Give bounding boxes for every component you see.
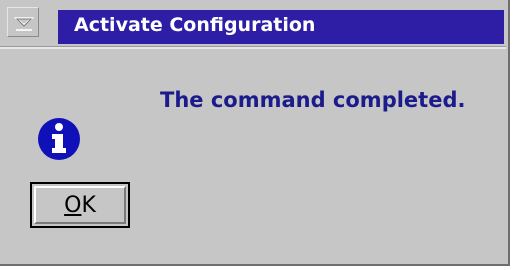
title-bar-fill[interactable]: Activate Configuration <box>58 10 504 44</box>
info-icon <box>34 114 84 164</box>
ok-button[interactable]: OK <box>30 182 130 228</box>
system-menu-button[interactable] <box>7 7 39 37</box>
message-text: The command completed. <box>160 88 466 112</box>
ok-button-label: OK <box>64 193 96 218</box>
dialog-window: Activate Configuration The command compl… <box>0 0 510 266</box>
ok-label-rest: K <box>81 192 96 218</box>
window-title: Activate Configuration <box>74 14 316 36</box>
system-menu-icon <box>14 17 34 31</box>
title-divider <box>0 46 506 49</box>
title-bar: Activate Configuration <box>0 0 506 44</box>
ok-mnemonic: O <box>64 192 82 218</box>
